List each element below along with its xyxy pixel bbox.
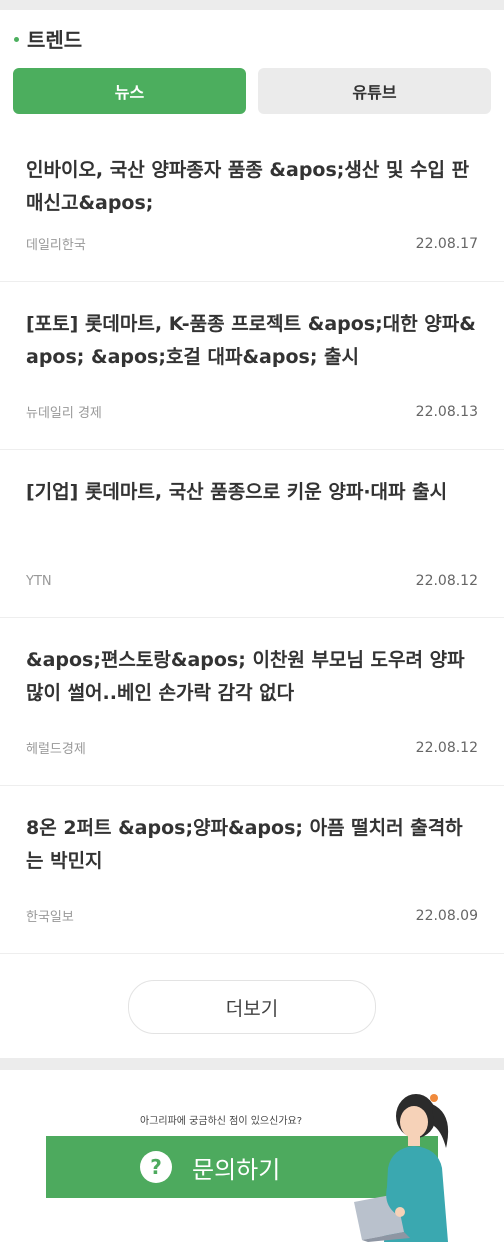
news-meta: YTN 22.08.12 — [26, 573, 478, 589]
news-date: 22.08.13 — [415, 403, 478, 420]
news-meta: 한국일보 22.08.09 — [26, 906, 478, 926]
news-meta: 데일리한국 22.08.17 — [26, 234, 478, 254]
inquiry-button-label: 문의하기 — [192, 1155, 281, 1184]
news-date: 22.08.17 — [415, 235, 478, 252]
more-button[interactable]: 더보기 — [128, 980, 376, 1034]
news-item[interactable]: [기업] 롯데마트, 국산 품종으로 키운 양파·대파 출시 YTN 22.08… — [0, 450, 504, 618]
news-title[interactable]: [포토] 롯데마트, K-품종 프로젝트 &apos;대한 양파&apos; &… — [26, 308, 478, 374]
inquiry-banner: 아그리파에 궁금하신 점이 있으신가요? ? 문의하기 — [0, 1070, 504, 1250]
inquiry-question: 아그리파에 궁금하신 점이 있으신가요? — [140, 1116, 303, 1127]
news-title[interactable]: 8온 2퍼트 &apos;양파&apos; 아픔 떨치러 출격하는 박민지 — [26, 812, 478, 878]
tab-news[interactable]: 뉴스 — [13, 68, 246, 114]
bullet-dot-icon — [14, 36, 19, 42]
tab-bar: 뉴스 유튜브 — [0, 68, 504, 114]
news-list: 인바이오, 국산 양파종자 품종 &apos;생산 및 수입 판매신고&apos… — [0, 134, 504, 954]
news-title[interactable]: 인바이오, 국산 양파종자 품종 &apos;생산 및 수입 판매신고&apos… — [26, 154, 478, 220]
news-date: 22.08.12 — [415, 573, 478, 589]
news-source: 데일리한국 — [26, 238, 86, 253]
news-item[interactable]: 8온 2퍼트 &apos;양파&apos; 아픔 떨치러 출격하는 박민지 한국… — [0, 786, 504, 954]
section-divider — [0, 1058, 504, 1070]
section-title: 트렌드 — [27, 27, 83, 52]
more-wrapper: 더보기 — [0, 954, 504, 1058]
news-meta: 뉴데일리 경제 22.08.13 — [26, 402, 478, 422]
news-title[interactable]: [기업] 롯데마트, 국산 품종으로 키운 양파·대파 출시 — [26, 476, 478, 509]
news-item[interactable]: 인바이오, 국산 양파종자 품종 &apos;생산 및 수입 판매신고&apos… — [0, 134, 504, 282]
tab-youtube[interactable]: 유튜브 — [258, 68, 491, 114]
top-divider — [0, 0, 504, 10]
question-icon: ? — [140, 1151, 172, 1183]
section-header: 트렌드 — [0, 10, 504, 66]
news-source: 한국일보 — [26, 910, 74, 925]
news-source: YTN — [26, 573, 52, 589]
news-title[interactable]: &apos;편스토랑&apos; 이찬원 부모님 도우려 양파 많이 썰어..베… — [26, 644, 478, 710]
news-meta: 헤럴드경제 22.08.12 — [26, 738, 478, 758]
news-source: 헤럴드경제 — [26, 742, 86, 757]
news-source: 뉴데일리 경제 — [26, 406, 102, 421]
news-date: 22.08.12 — [415, 739, 478, 756]
news-item[interactable]: &apos;편스토랑&apos; 이찬원 부모님 도우려 양파 많이 썰어..베… — [0, 618, 504, 786]
news-item[interactable]: [포토] 롯데마트, K-품종 프로젝트 &apos;대한 양파&apos; &… — [0, 282, 504, 450]
woman-with-laptop-illustration — [354, 1094, 449, 1242]
news-date: 22.08.09 — [415, 907, 478, 924]
